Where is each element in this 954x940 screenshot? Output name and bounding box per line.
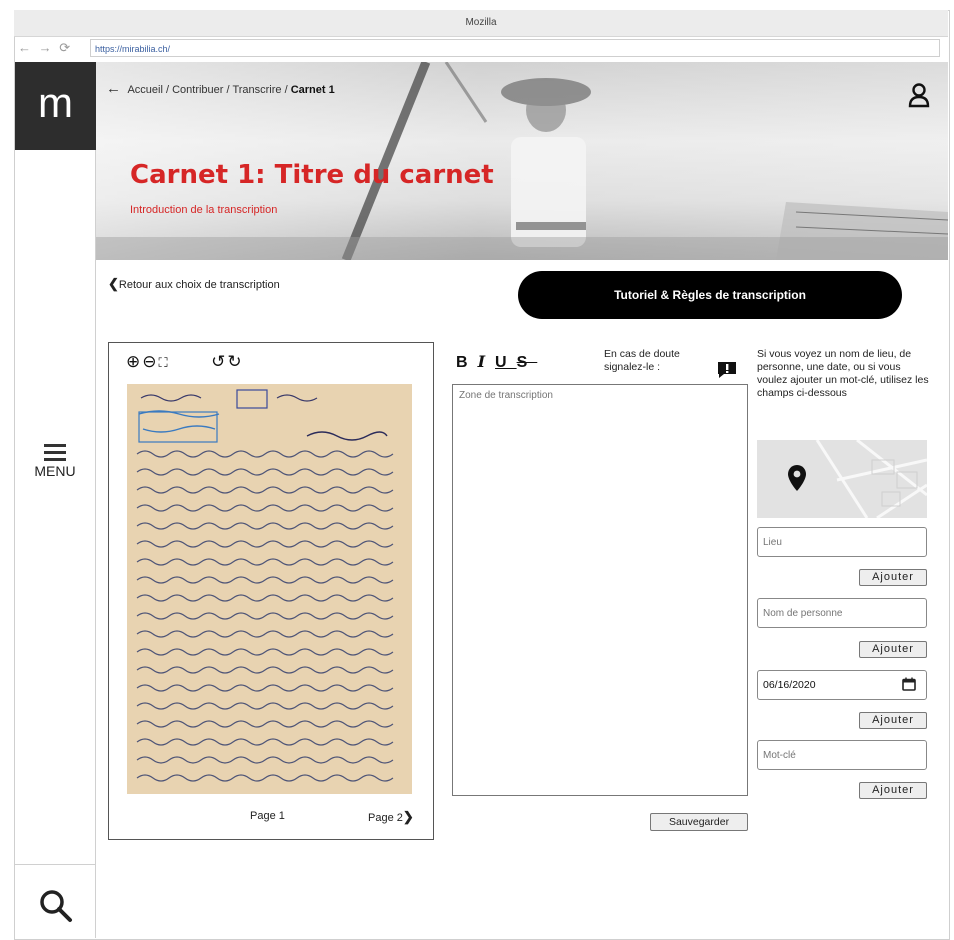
format-toolbar: BIUS	[456, 352, 537, 372]
page-next-label: Page 2	[368, 812, 403, 824]
manuscript-image[interactable]	[127, 384, 412, 794]
add-person-button[interactable]: Ajouter	[859, 641, 927, 658]
menu-icon	[15, 444, 95, 461]
search-icon[interactable]	[38, 888, 74, 924]
tutorial-button[interactable]: Tutoriel & Règles de transcription	[518, 271, 902, 319]
metadata-instructions: Si vous voyez un nom de lieu, de personn…	[757, 348, 929, 399]
save-button[interactable]: Sauvegarder	[650, 813, 748, 831]
viewer-toolbar: ⊕⊖⛶ ↺↻	[126, 352, 244, 372]
zoom-in-icon[interactable]: ⊕	[126, 352, 142, 371]
person-input[interactable]	[757, 598, 927, 628]
back-arrow-icon[interactable]: ←	[106, 80, 121, 97]
breadcrumb-item[interactable]: Transcrire	[232, 84, 281, 96]
breadcrumb: ← Accueil / Contribuer / Transcrire / Ca…	[106, 80, 335, 97]
add-place-button[interactable]: Ajouter	[859, 569, 927, 586]
underline-button[interactable]: U	[495, 354, 517, 371]
chevron-right-icon: ❯	[402, 809, 414, 824]
rotate-left-icon[interactable]: ↺	[211, 352, 227, 371]
breadcrumb-separator: /	[162, 84, 173, 96]
breadcrumb-item[interactable]: Accueil	[127, 84, 162, 96]
breadcrumb-current: Carnet 1	[290, 84, 335, 96]
site-logo[interactable]: m	[15, 62, 96, 150]
map-pin-icon	[788, 465, 806, 491]
transcription-textarea[interactable]	[452, 384, 748, 796]
breadcrumb-item[interactable]: Contribuer	[172, 84, 223, 96]
calendar-icon[interactable]	[902, 677, 916, 691]
location-map[interactable]	[757, 440, 927, 518]
menu-button[interactable]: MENU	[15, 444, 95, 504]
add-date-button[interactable]: Ajouter	[859, 712, 927, 729]
zoom-out-icon[interactable]: ⊖	[142, 352, 158, 371]
doubt-instruction: En cas de doute signalez-le :	[604, 348, 680, 373]
window-title: Mozilla	[14, 10, 948, 37]
flag-icon[interactable]	[716, 360, 738, 380]
strikethrough-button[interactable]: S	[517, 354, 538, 371]
menu-label: MENU	[34, 463, 76, 479]
rail-divider	[15, 864, 95, 865]
rotate-right-icon[interactable]: ↻	[227, 352, 243, 371]
back-to-choices-link[interactable]: ❮Retour aux choix de transcription	[108, 276, 280, 292]
url-bar[interactable]: https://mirabilia.ch/	[90, 39, 940, 57]
bold-button[interactable]: B	[456, 354, 478, 371]
back-link-label: Retour aux choix de transcription	[118, 279, 280, 291]
user-icon[interactable]	[908, 82, 930, 108]
add-keyword-button[interactable]: Ajouter	[859, 782, 927, 799]
map-tiles	[757, 440, 927, 518]
keyword-input[interactable]	[757, 740, 927, 770]
page-title: Carnet 1: Titre du carnet	[130, 160, 494, 190]
italic-button[interactable]: I	[478, 352, 495, 371]
chevron-left-icon: ❮	[108, 276, 119, 291]
browser-nav-buttons[interactable]: ← → ⟳	[18, 36, 88, 60]
breadcrumb-separator: /	[281, 84, 291, 96]
manuscript-handwriting	[127, 384, 412, 794]
place-input[interactable]	[757, 527, 927, 557]
page-next-link[interactable]: Page 2❯	[368, 809, 414, 825]
fullscreen-icon[interactable]: ⛶	[159, 355, 170, 370]
page-subtitle: Introduction de la transcription	[130, 204, 278, 216]
page-current: Page 1	[250, 810, 285, 822]
date-value: 06/16/2020	[763, 679, 816, 691]
